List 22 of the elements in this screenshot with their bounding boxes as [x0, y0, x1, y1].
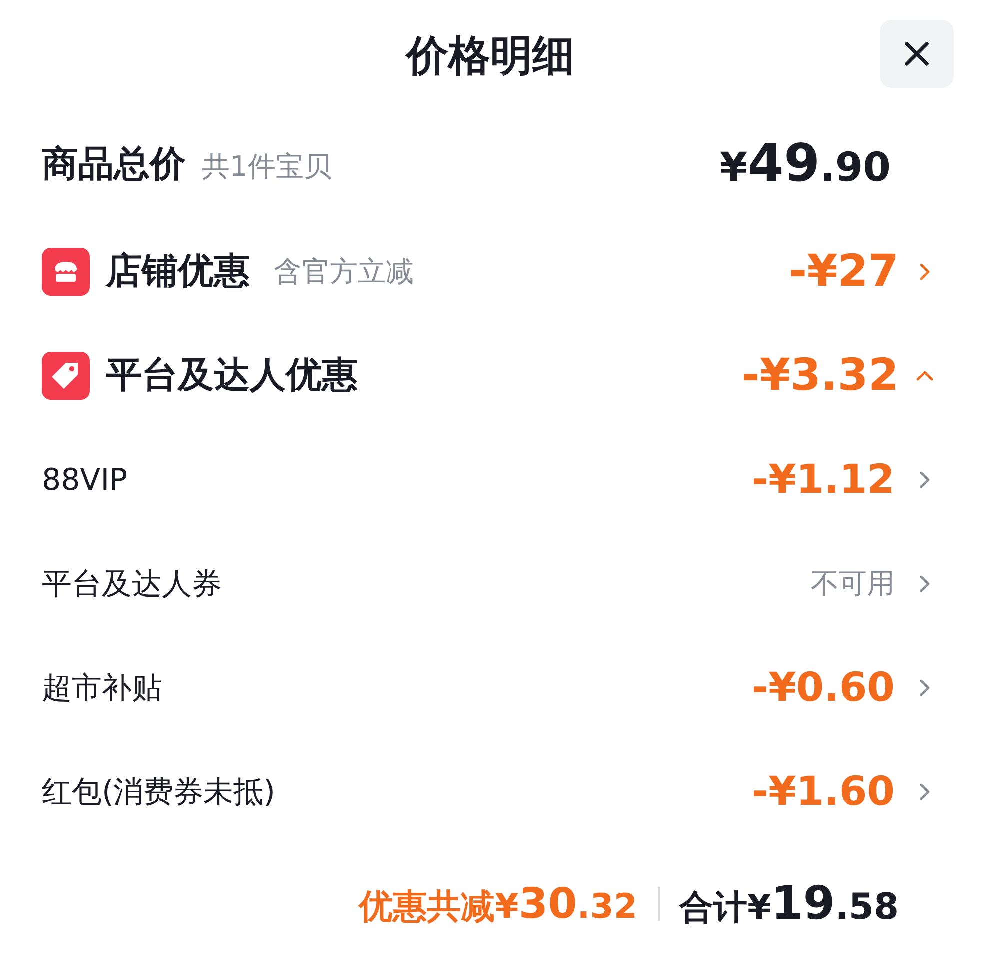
discount-value[interactable]: -¥0.60 [752, 658, 939, 718]
store-icon [42, 248, 90, 296]
discount-toggle[interactable]: -¥27 [788, 239, 939, 305]
row-label: 超市补贴 [42, 670, 162, 708]
discount-value[interactable]: -¥1.12 [752, 450, 939, 510]
tag-icon [42, 352, 90, 400]
order-total: 合计¥19.58 [680, 875, 899, 932]
sheet-title: 价格明细 [406, 30, 574, 82]
discount-value[interactable]: 不可用 [811, 563, 939, 605]
total-price: ¥49.90 [720, 133, 891, 196]
row-label: 平台及达人券 [42, 566, 222, 604]
row-label: 商品总价 [42, 143, 186, 187]
close-button[interactable] [880, 20, 954, 88]
row-note: 共1件宝贝 [202, 149, 332, 185]
row-label: 平台及达人优惠 [106, 354, 358, 398]
row-label: 88VIP [42, 462, 128, 500]
discount-toggle[interactable]: -¥3.32 [742, 343, 939, 409]
row-label: 红包(消费券未抵) [42, 774, 276, 812]
discount-value[interactable]: -¥1.60 [752, 762, 939, 822]
row-label: 店铺优惠 [106, 250, 250, 294]
savings-total: 优惠共减¥30.32 [359, 878, 638, 930]
row-note: 含官方立减 [274, 254, 414, 290]
